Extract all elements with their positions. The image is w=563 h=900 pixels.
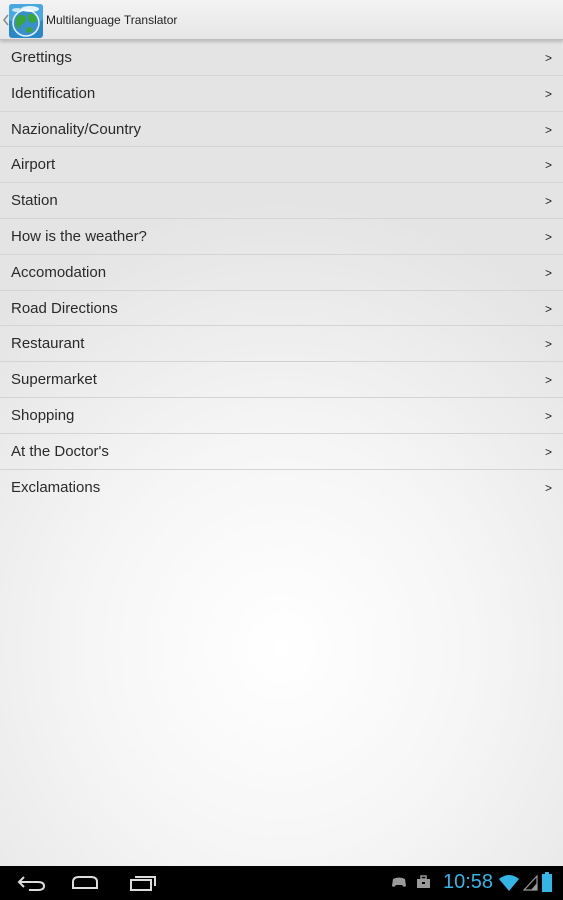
menu-item-label: Accomodation: [11, 263, 107, 281]
chevron-right-icon: >: [544, 408, 552, 423]
menu-item-shopping[interactable]: Shopping >: [0, 398, 563, 434]
menu-item-label: How is the weather?: [11, 227, 147, 245]
action-bar: Multilanguage Translator: [0, 0, 563, 40]
chevron-right-icon: >: [544, 86, 552, 101]
menu-item-label: Nazionality/Country: [11, 120, 142, 138]
menu-item-nazionality-country[interactable]: Nazionality/Country >: [0, 112, 563, 148]
game-controller-icon: [392, 877, 406, 887]
menu-item-label: At the Doctor's: [11, 442, 109, 460]
menu-item-label: Exclamations: [11, 478, 101, 496]
menu-item-label: Identification: [11, 84, 96, 102]
chevron-right-icon: >: [544, 122, 552, 137]
recent-apps-icon[interactable]: [125, 871, 161, 895]
menu-item-label: Shopping: [11, 406, 75, 424]
menu-list: Grettings > Identification > Nazionality…: [0, 40, 563, 505]
menu-item-supermarket[interactable]: Supermarket >: [0, 362, 563, 398]
signal-icon: [523, 874, 538, 891]
chevron-right-icon: >: [544, 444, 552, 459]
chevron-right-icon: >: [544, 51, 552, 65]
menu-item-label: Station: [11, 192, 58, 210]
menu-item-airport[interactable]: Airport >: [0, 147, 563, 184]
menu-item-label: Supermarket: [11, 371, 97, 389]
menu-item-doctor[interactable]: At the Doctor's >: [0, 434, 563, 470]
chevron-right-icon: >: [544, 265, 552, 280]
menu-item-label: Road Directions: [11, 299, 118, 317]
home-icon[interactable]: [67, 871, 103, 895]
chevron-right-icon: >: [544, 301, 552, 316]
back-icon[interactable]: [14, 871, 50, 895]
menu-item-grettings[interactable]: Grettings >: [0, 40, 563, 76]
wifi-icon: [499, 875, 519, 891]
menu-item-label: Grettings: [11, 49, 72, 66]
menu-item-exclamations[interactable]: Exclamations >: [0, 470, 563, 506]
battery-icon: [542, 872, 552, 892]
menu-item-road-directions[interactable]: Road Directions >: [0, 291, 563, 327]
briefcase-icon: [417, 875, 430, 888]
status-clock: 10:58: [443, 871, 494, 893]
system-navigation-bar: 10:58: [0, 866, 563, 900]
chevron-right-icon: >: [544, 373, 552, 388]
app-title: Multilanguage Translator: [46, 13, 178, 27]
menu-item-identification[interactable]: Identification >: [0, 76, 563, 112]
menu-item-accomodation[interactable]: Accomodation >: [0, 255, 563, 291]
chevron-right-icon: >: [544, 194, 552, 209]
menu-item-weather[interactable]: How is the weather? >: [0, 219, 563, 255]
chevron-right-icon: >: [544, 480, 552, 495]
chevron-right-icon: >: [544, 337, 552, 352]
menu-item-label: Restaurant: [11, 335, 85, 353]
menu-item-label: Airport: [11, 156, 56, 174]
chevron-right-icon: >: [544, 229, 552, 244]
app-globe-icon[interactable]: [9, 4, 43, 38]
menu-item-station[interactable]: Station >: [0, 183, 563, 219]
menu-item-restaurant[interactable]: Restaurant >: [0, 326, 563, 363]
chevron-right-icon: >: [544, 158, 552, 173]
